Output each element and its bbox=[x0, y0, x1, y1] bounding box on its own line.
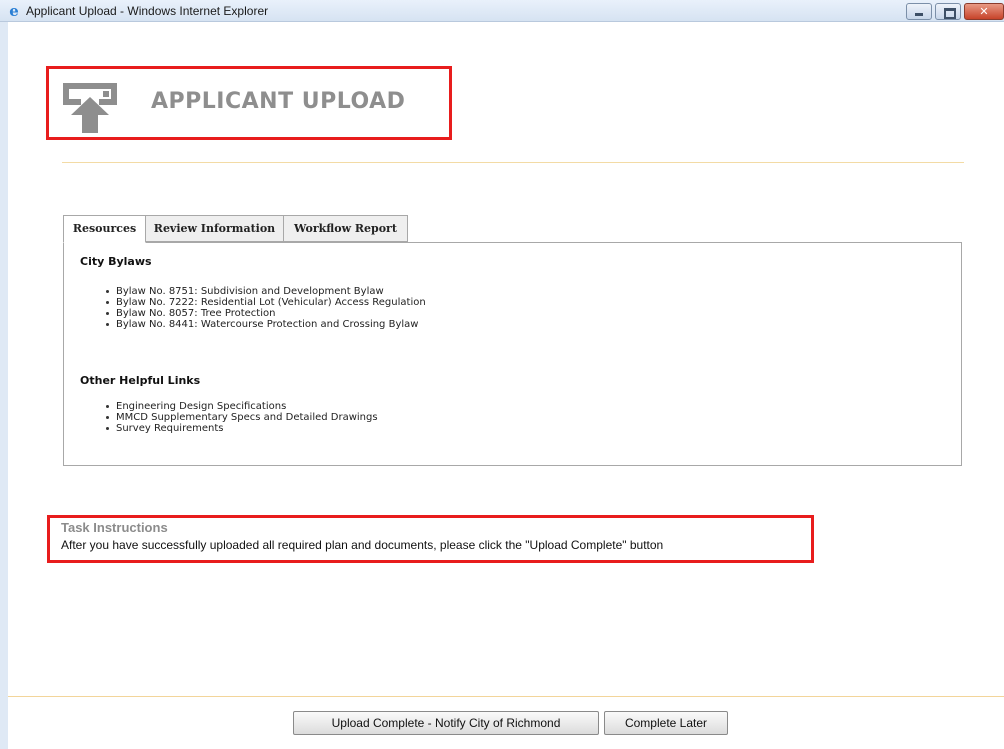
internet-explorer-icon: e bbox=[9, 2, 19, 20]
tab-resources[interactable]: Resources bbox=[63, 215, 146, 243]
link-bylaw-8751[interactable]: Bylaw No. 8751: Subdivision and Developm… bbox=[106, 286, 426, 297]
tab-review-information[interactable]: Review Information bbox=[145, 215, 284, 242]
close-button[interactable] bbox=[964, 3, 1004, 20]
tab-workflow-report[interactable]: Workflow Report bbox=[283, 215, 408, 242]
page-header: APPLICANT UPLOAD bbox=[46, 66, 452, 140]
task-instructions-title: Task Instructions bbox=[61, 520, 168, 535]
link-bylaw-7222[interactable]: Bylaw No. 7222: Residential Lot (Vehicul… bbox=[106, 297, 426, 308]
browser-window: e Applicant Upload - Windows Internet Ex… bbox=[0, 0, 1004, 749]
window-title: Applicant Upload - Windows Internet Expl… bbox=[26, 4, 269, 18]
title-bar[interactable]: e Applicant Upload - Windows Internet Ex… bbox=[0, 0, 1004, 22]
link-bylaw-8057[interactable]: Bylaw No. 8057: Tree Protection bbox=[106, 308, 426, 319]
footer-divider bbox=[8, 696, 1004, 697]
link-mmcd-supplementary-specs[interactable]: MMCD Supplementary Specs and Detailed Dr… bbox=[106, 412, 378, 423]
task-instructions-text: After you have successfully uploaded all… bbox=[61, 538, 664, 552]
city-bylaws-list: Bylaw No. 8751: Subdivision and Developm… bbox=[106, 286, 426, 330]
task-instructions: Task Instructions After you have success… bbox=[47, 515, 814, 563]
other-links-list: Engineering Design Specifications MMCD S… bbox=[106, 401, 378, 434]
minimize-button[interactable] bbox=[906, 3, 932, 20]
complete-later-button[interactable]: Complete Later bbox=[604, 711, 728, 735]
link-bylaw-8441[interactable]: Bylaw No. 8441: Watercourse Protection a… bbox=[106, 319, 426, 330]
link-engineering-design-specs[interactable]: Engineering Design Specifications bbox=[106, 401, 378, 412]
upload-complete-button[interactable]: Upload Complete - Notify City of Richmon… bbox=[293, 711, 599, 735]
header-divider bbox=[62, 162, 964, 163]
link-survey-requirements[interactable]: Survey Requirements bbox=[106, 423, 378, 434]
resources-panel: City Bylaws Bylaw No. 8751: Subdivision … bbox=[63, 242, 962, 466]
city-bylaws-heading: City Bylaws bbox=[80, 255, 152, 268]
other-links-heading: Other Helpful Links bbox=[80, 374, 201, 387]
upload-icon bbox=[63, 83, 117, 133]
maximize-button[interactable] bbox=[935, 3, 961, 20]
page-content: APPLICANT UPLOAD Resources Review Inform… bbox=[8, 22, 1004, 749]
page-title: APPLICANT UPLOAD bbox=[151, 89, 406, 114]
